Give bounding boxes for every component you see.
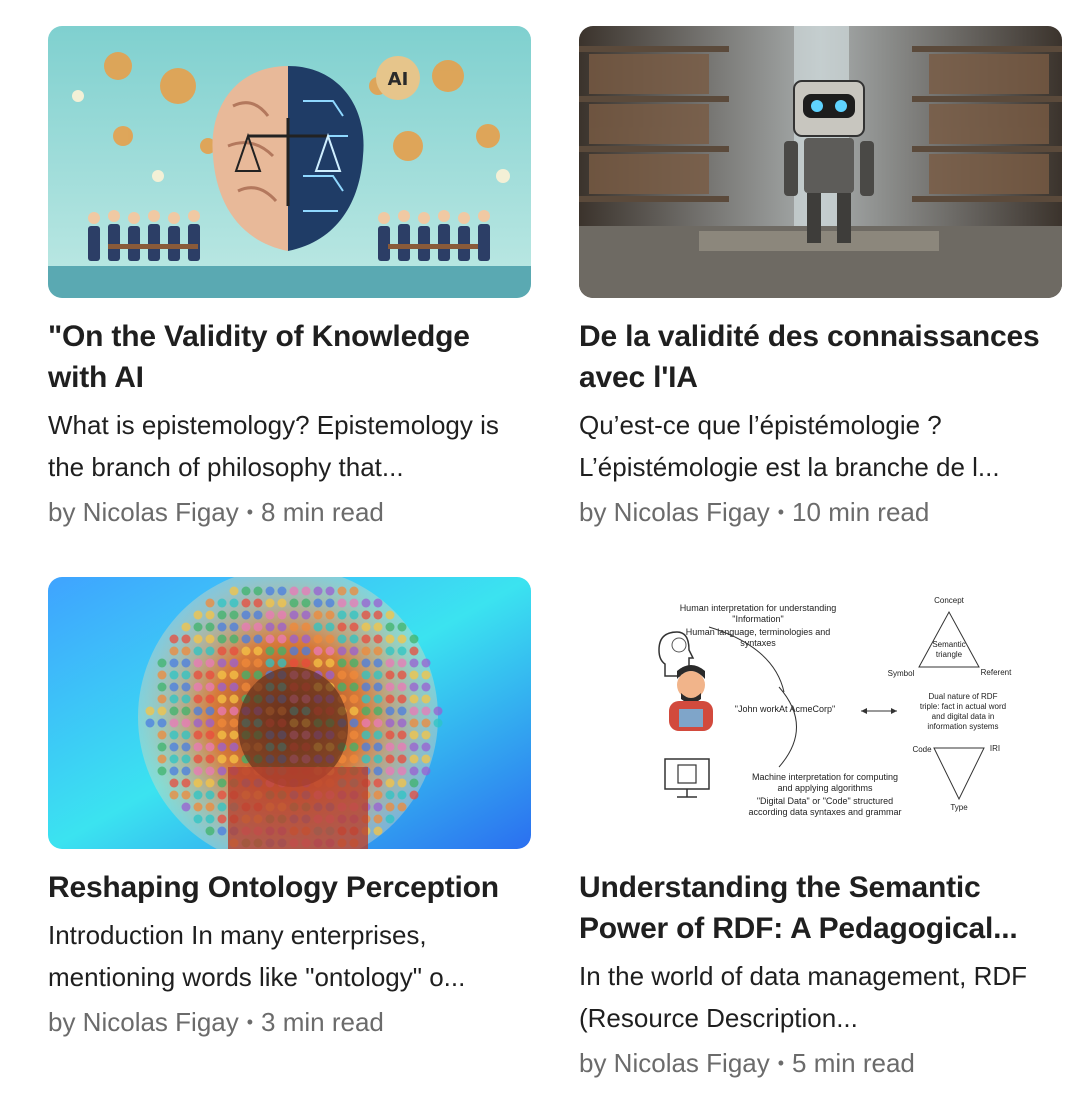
article-thumbnail[interactable]: AI xyxy=(48,26,531,298)
robot-library-illustration xyxy=(579,26,1062,298)
article-description: What is epistemology? Epistemology is th… xyxy=(48,410,499,482)
ai-knowledge-illustration: AI xyxy=(48,26,531,298)
diagram-dual: information systems xyxy=(927,722,998,731)
article-thumbnail[interactable]: Human interpretation for understanding "… xyxy=(579,577,1062,849)
diagram-type: Type xyxy=(950,803,968,812)
article-read-time: 5 min read xyxy=(792,1048,915,1078)
diagram-center-text: "John workAt AcmeCorp" xyxy=(735,704,835,714)
diagram-dual: Dual nature of RDF xyxy=(929,692,998,701)
diagram-referent: Referent xyxy=(981,668,1012,677)
ai-badge: AI xyxy=(388,69,409,90)
article-meta: by Nicolas Figay • 8 min read xyxy=(48,492,531,532)
article-meta: by Nicolas Figay • 10 min read xyxy=(579,492,1062,532)
article-card[interactable]: De la validité des connaissances avec l'… xyxy=(579,26,1062,532)
diagram-dual: triple: fact in actual word xyxy=(920,702,1006,711)
article-author[interactable]: by Nicolas Figay xyxy=(48,1007,239,1037)
article-read-time: 8 min read xyxy=(261,497,384,527)
article-thumbnail[interactable] xyxy=(579,26,1062,298)
separator-dot-icon: • xyxy=(777,1053,785,1073)
diagram-concept: Concept xyxy=(934,596,965,605)
diagram-bottom-text: "Digital Data" or "Code" structured xyxy=(757,796,893,806)
article-description: In the world of data management, RDF (Re… xyxy=(579,961,1028,1033)
ontology-mosaic-illustration xyxy=(48,577,531,849)
article-read-time: 3 min read xyxy=(261,1007,384,1037)
article-grid: AI "On the Validity of Knowledge with AI… xyxy=(0,0,1074,1110)
article-card[interactable]: Human interpretation for understanding "… xyxy=(579,577,1062,1083)
article-meta: by Nicolas Figay • 3 min read xyxy=(48,1002,531,1042)
article-read-time: 10 min read xyxy=(792,497,930,527)
diagram-top-text: "Information" xyxy=(732,614,783,624)
diagram-dual: and digital data in xyxy=(932,712,995,721)
article-author[interactable]: by Nicolas Figay xyxy=(579,497,770,527)
article-meta: by Nicolas Figay • 5 min read xyxy=(579,1043,1062,1083)
diagram-semantic: Semantic xyxy=(932,640,965,649)
diagram-bottom-text: according data syntaxes and grammar xyxy=(748,807,901,817)
article-description: Introduction In many enterprises, mentio… xyxy=(48,920,466,992)
article-description: Qu’est-ce que l’épistémologie ? L’épisté… xyxy=(579,410,1000,482)
article-author[interactable]: by Nicolas Figay xyxy=(48,497,239,527)
separator-dot-icon: • xyxy=(777,502,785,522)
diagram-code: Code xyxy=(912,745,932,754)
diagram-top-text: Human language, terminologies and xyxy=(686,627,831,637)
diagram-symbol: Symbol xyxy=(888,669,915,678)
article-card[interactable]: Reshaping Ontology Perception Introducti… xyxy=(48,577,531,1042)
article-author[interactable]: by Nicolas Figay xyxy=(579,1048,770,1078)
article-card[interactable]: AI "On the Validity of Knowledge with AI… xyxy=(48,26,531,532)
article-title[interactable]: De la validité des connaissances avec l'… xyxy=(579,316,1062,398)
article-title[interactable]: "On the Validity of Knowledge with AI xyxy=(48,316,531,398)
article-thumbnail[interactable] xyxy=(48,577,531,849)
separator-dot-icon: • xyxy=(246,502,254,522)
diagram-bottom-text: Machine interpretation for computing xyxy=(752,772,898,782)
diagram-bottom-text: and applying algorithms xyxy=(777,783,873,793)
diagram-semantic: triangle xyxy=(936,650,963,659)
article-title[interactable]: Understanding the Semantic Power of RDF:… xyxy=(579,867,1062,949)
diagram-iri: IRI xyxy=(990,744,1000,753)
diagram-top-text: Human interpretation for understanding xyxy=(680,603,837,613)
separator-dot-icon: • xyxy=(246,1012,254,1032)
rdf-diagram-illustration: Human interpretation for understanding "… xyxy=(579,577,1062,849)
article-title[interactable]: Reshaping Ontology Perception xyxy=(48,867,531,908)
